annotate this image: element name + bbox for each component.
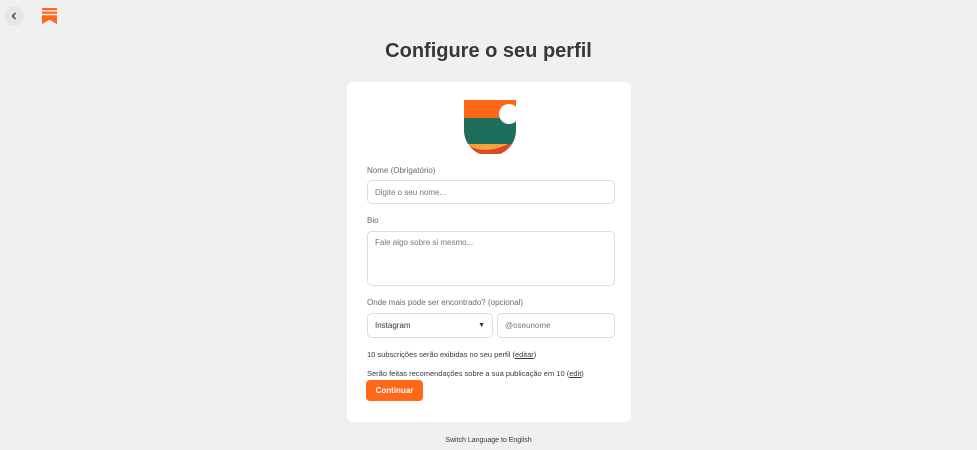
bio-textarea[interactable] xyxy=(367,231,615,286)
profile-setup-card: Nome (Obrigatório) Bio Onde mais pode se… xyxy=(347,82,631,422)
social-label: Onde mais pode ser encontrado? (opcional… xyxy=(367,298,524,307)
bio-label: Bio xyxy=(367,216,379,225)
back-button[interactable] xyxy=(4,6,24,26)
caret-down-icon: ▼ xyxy=(478,322,485,329)
page-title: Configure o seu perfil xyxy=(385,40,592,62)
substack-logo-icon[interactable] xyxy=(42,8,57,24)
profile-avatar-icon[interactable] xyxy=(464,100,518,154)
name-label: Nome (Obrigatório) xyxy=(367,166,436,175)
recommendations-info: Serão feitas recomendações sobre a sua p… xyxy=(367,369,584,378)
switch-language-link[interactable]: Switch Language to English xyxy=(0,437,977,444)
social-handle-input[interactable] xyxy=(497,313,615,338)
social-platform-select[interactable]: Instagram ▼ xyxy=(367,313,493,338)
subscriptions-info: 10 subscrições serão exibidas no seu per… xyxy=(367,350,537,359)
name-input[interactable] xyxy=(367,180,615,204)
chevron-left-icon xyxy=(11,12,16,20)
edit-recommendations-link[interactable]: edit xyxy=(569,369,581,378)
social-platform-value: Instagram xyxy=(375,321,411,330)
continue-button[interactable]: Continuar xyxy=(366,380,423,401)
edit-subscriptions-link[interactable]: editar xyxy=(515,350,534,359)
